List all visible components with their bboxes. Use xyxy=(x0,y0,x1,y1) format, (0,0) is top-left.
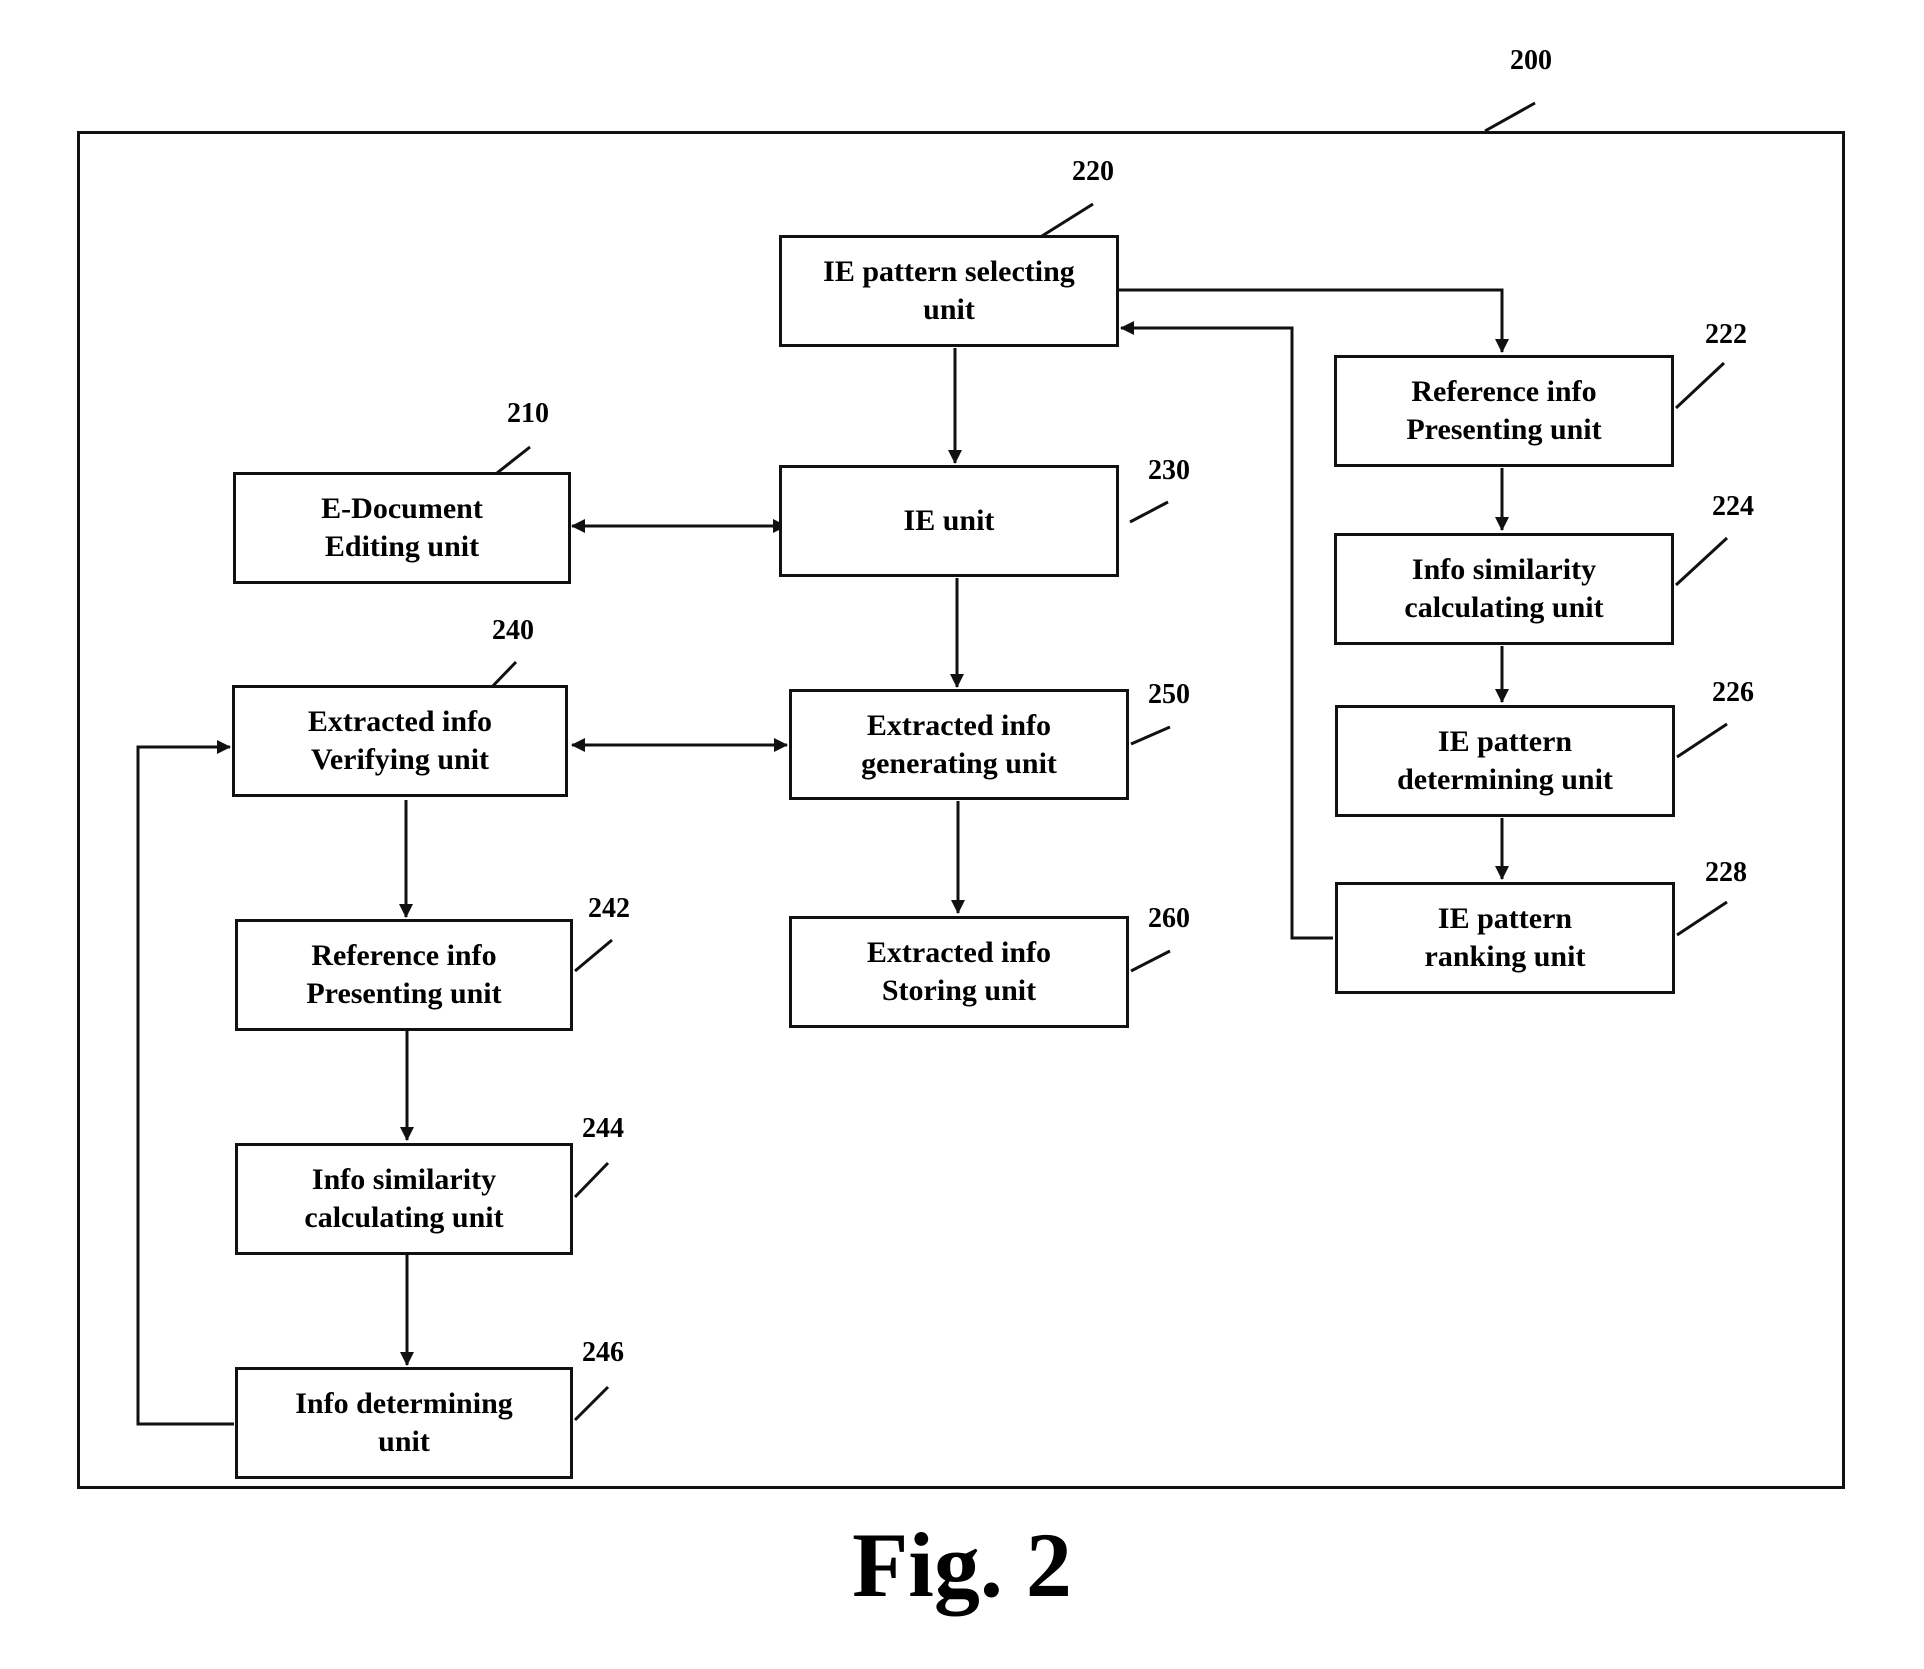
unit-label: Extracted info generating unit xyxy=(861,708,1057,780)
unit-label: IE pattern determining unit xyxy=(1397,725,1613,796)
ie-pattern-determining-unit[interactable]: IE pattern determining unit xyxy=(1335,705,1675,817)
ref-label-230: 230 xyxy=(1148,455,1190,486)
ref-label-220: 220 xyxy=(1072,156,1114,187)
ref-label-210: 210 xyxy=(507,398,549,429)
leader-200 xyxy=(1484,101,1536,133)
ie-pattern-selecting-unit[interactable]: IE pattern selecting unit xyxy=(779,235,1119,347)
unit-label: E-Document Editing unit xyxy=(321,492,483,563)
info-determining-unit[interactable]: Info determining unit xyxy=(235,1367,573,1479)
ie-pattern-ranking-unit[interactable]: IE pattern ranking unit xyxy=(1335,882,1675,994)
e-document-editing-unit[interactable]: E-Document Editing unit xyxy=(233,472,571,584)
extracted-info-storing-unit[interactable]: Extracted info Storing unit xyxy=(789,916,1129,1028)
extracted-info-verifying-unit[interactable]: Extracted info Verifying unit xyxy=(232,685,568,797)
ref-label-250: 250 xyxy=(1148,679,1190,710)
reference-info-presenting-unit-222[interactable]: Reference info Presenting unit xyxy=(1334,355,1674,467)
figure-caption: Fig. 2 xyxy=(852,1514,1072,1616)
ref-label-242: 242 xyxy=(588,893,630,924)
info-similarity-calculating-unit-224[interactable]: Info similarity calculating unit xyxy=(1334,533,1674,645)
ref-label-246: 246 xyxy=(582,1337,624,1368)
ref-label-240: 240 xyxy=(492,615,534,646)
unit-label: Reference info Presenting unit xyxy=(306,939,502,1010)
unit-label: Info determining unit xyxy=(295,1387,513,1458)
unit-label: Extracted info Verifying unit xyxy=(307,705,493,776)
ref-label-228: 228 xyxy=(1705,857,1747,888)
unit-label: Extracted info Storing unit xyxy=(866,936,1052,1007)
ref-label-260: 260 xyxy=(1148,903,1190,934)
ref-label-224: 224 xyxy=(1712,491,1754,522)
unit-label: Info similarity calculating unit xyxy=(1404,553,1604,624)
ie-unit[interactable]: IE unit xyxy=(779,465,1119,577)
ref-label-244: 244 xyxy=(582,1113,624,1144)
unit-label: Reference info Presenting unit xyxy=(1406,375,1602,446)
unit-label: IE pattern selecting unit xyxy=(823,255,1075,326)
reference-info-presenting-unit-242[interactable]: Reference info Presenting unit xyxy=(235,919,573,1031)
extracted-info-generating-unit[interactable]: Extracted info generating unit xyxy=(789,689,1129,800)
ref-label-200: 200 xyxy=(1510,45,1552,76)
unit-label: IE unit xyxy=(903,504,995,537)
ref-label-226: 226 xyxy=(1712,677,1754,708)
unit-label: Info similarity calculating unit xyxy=(304,1163,504,1234)
unit-label: IE pattern ranking unit xyxy=(1424,902,1586,973)
info-similarity-calculating-unit-244[interactable]: Info similarity calculating unit xyxy=(235,1143,573,1255)
ref-label-222: 222 xyxy=(1705,319,1747,350)
block-diagram: 200 IE pattern selecting unit 220 Refere… xyxy=(0,0,1924,1669)
